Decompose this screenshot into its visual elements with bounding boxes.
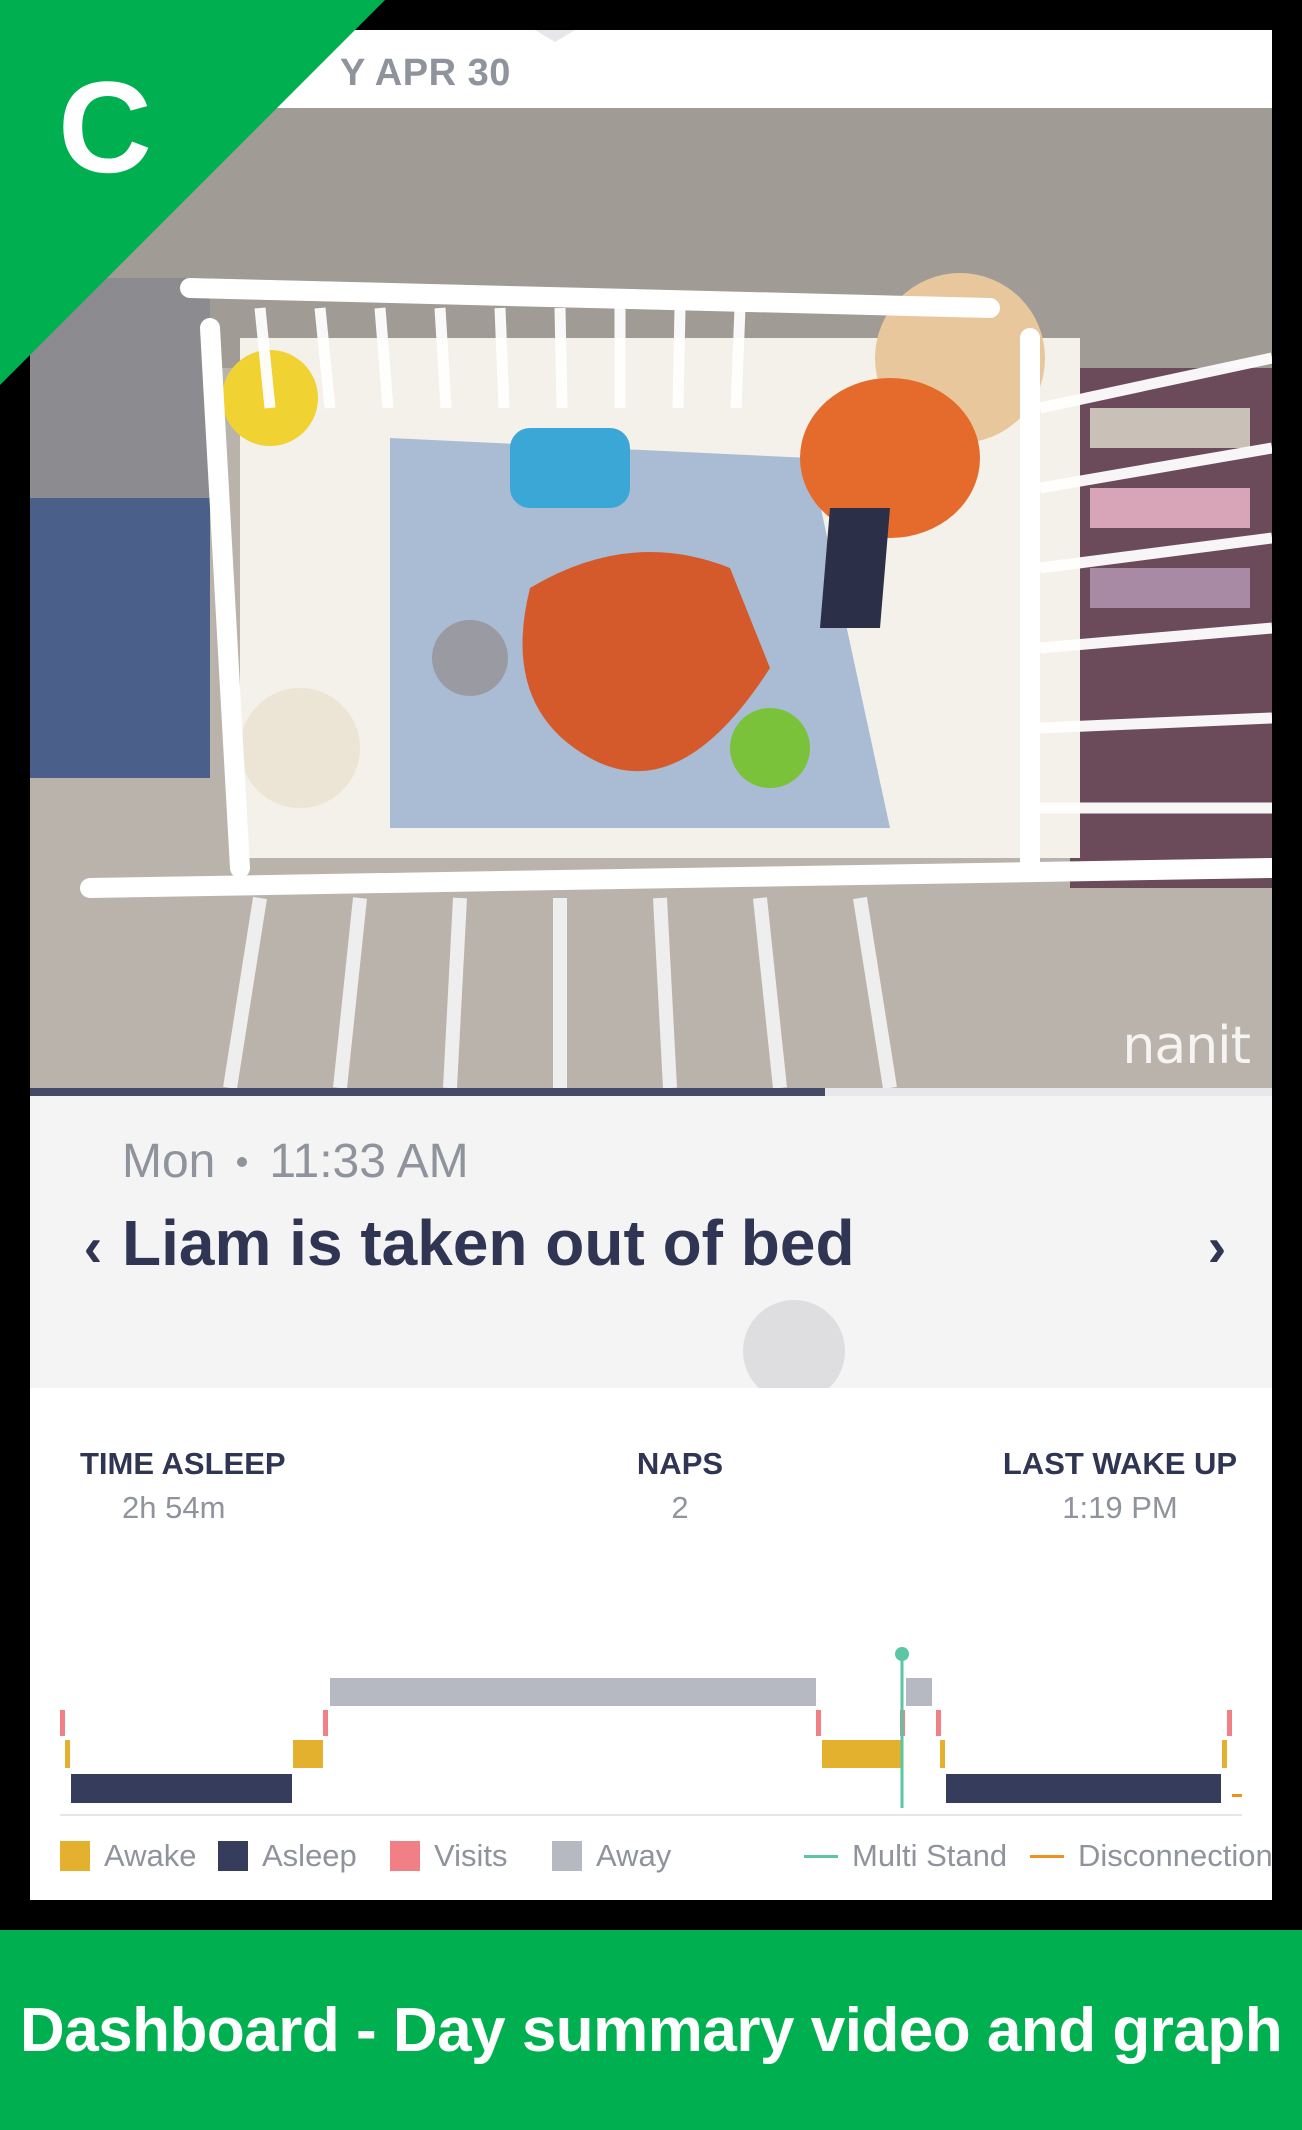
caption-banner: Dashboard - Day summary video and graph <box>0 1930 1302 2130</box>
chart-divider <box>60 1814 1242 1816</box>
stat-naps-label: NAPS <box>636 1446 724 1481</box>
video-progress-bar[interactable] <box>30 1088 1272 1096</box>
chevron-right-icon[interactable]: › <box>1192 1215 1242 1278</box>
caption-text: Dashboard - Day summary video and graph <box>19 1995 1283 2065</box>
nanit-watermark: nanit <box>1122 1016 1251 1076</box>
stat-last-wake-up-label: LAST WAKE UP <box>1002 1446 1238 1481</box>
timeline-away-segment <box>330 1678 816 1706</box>
legend-multi-stand: Multi Stand <box>804 1838 1007 1874</box>
badge-letter: C <box>58 54 152 200</box>
timeline-awake-segment <box>293 1740 323 1768</box>
legend-multi-stand-label: Multi Stand <box>852 1838 1008 1873</box>
event-title: Liam is taken out of bed <box>122 1207 855 1279</box>
event-panel: Mon 11:33 AM ‹ Liam is taken out of bed … <box>30 1096 1272 1402</box>
legend-asleep: Asleep <box>218 1838 357 1874</box>
event-time: 11:33 AM <box>269 1135 469 1188</box>
stat-last-wake-up: LAST WAKE UP 1:19 PM <box>990 1446 1250 1526</box>
event-day: Mon <box>122 1135 216 1188</box>
stat-time-asleep-label: TIME ASLEEP <box>80 1446 286 1481</box>
legend-disconnection-label: Disconnection <box>1078 1838 1272 1873</box>
timeline-away-segment <box>906 1678 932 1706</box>
chart-legend: Awake Asleep Visits Away Multi Stand Dis… <box>60 1838 1272 1878</box>
separator-dot <box>237 1156 248 1167</box>
timeline-awake-segment <box>940 1740 945 1768</box>
timeline-asleep-segment <box>946 1774 1221 1803</box>
timeline-playhead-dot[interactable] <box>895 1647 909 1661</box>
legend-asleep-swatch <box>218 1841 248 1871</box>
timeline-awake-segment <box>822 1740 902 1768</box>
video-progress-fill <box>30 1088 825 1096</box>
stat-last-wake-up-value: 1:19 PM <box>1062 1490 1178 1525</box>
day-summary: TIME ASLEEP 2h 54m NAPS 2 LAST WAKE UP 1… <box>30 1388 1272 1900</box>
legend-awake-swatch <box>60 1841 90 1871</box>
timeline-asleep-segment <box>71 1774 292 1803</box>
legend-asleep-label: Asleep <box>262 1838 357 1873</box>
stat-naps: NAPS 2 <box>590 1446 770 1526</box>
timeline-awake-segment <box>1222 1740 1227 1768</box>
legend-visits-swatch <box>390 1841 420 1871</box>
legend-multi-stand-line <box>804 1854 838 1858</box>
legend-away-label: Away <box>596 1838 672 1873</box>
legend-disconnection-line <box>1030 1854 1064 1858</box>
timeline-awake-segment <box>65 1740 70 1768</box>
legend-disconnection: Disconnection <box>1030 1838 1272 1874</box>
legend-visits: Visits <box>390 1838 508 1874</box>
legend-away: Away <box>552 1838 671 1874</box>
timeline-visit-mark <box>816 1710 821 1736</box>
stat-naps-value: 2 <box>671 1490 689 1525</box>
stat-time-asleep: TIME ASLEEP 2h 54m <box>80 1446 300 1526</box>
legend-awake-label: Awake <box>104 1838 197 1873</box>
touch-indicator <box>743 1300 845 1402</box>
timeline-disconnection-mark <box>1232 1794 1242 1797</box>
pull-handle-icon[interactable] <box>535 30 575 42</box>
timeline-visit-mark <box>60 1710 65 1736</box>
legend-away-swatch <box>552 1841 582 1871</box>
legend-visits-label: Visits <box>434 1838 508 1873</box>
timeline-visit-mark <box>936 1710 941 1736</box>
event-timestamp: Mon 11:33 AM <box>122 1134 469 1189</box>
timeline-visit-mark <box>1227 1710 1232 1736</box>
legend-awake: Awake <box>60 1838 197 1874</box>
sleep-timeline-chart[interactable] <box>30 1628 1272 1808</box>
stat-time-asleep-value: 2h 54m <box>122 1490 226 1525</box>
timeline-visit-mark <box>323 1710 328 1736</box>
chevron-left-icon[interactable]: ‹ <box>68 1215 118 1278</box>
